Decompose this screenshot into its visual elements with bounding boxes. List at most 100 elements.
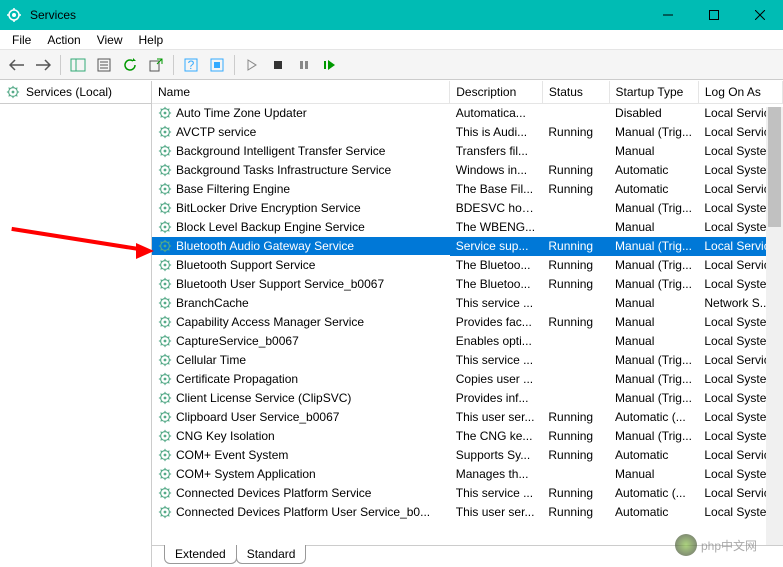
cell-startup: Manual bbox=[609, 313, 698, 332]
col-startup[interactable]: Startup Type bbox=[609, 81, 698, 104]
table-row[interactable]: COM+ System ApplicationManages th...Manu… bbox=[152, 465, 783, 484]
cell-status bbox=[542, 218, 609, 237]
back-button[interactable] bbox=[6, 54, 28, 76]
cell-description: The Bluetoo... bbox=[450, 256, 543, 275]
export-button[interactable] bbox=[145, 54, 167, 76]
table-row[interactable]: CaptureService_b0067Enables opti...Manua… bbox=[152, 332, 783, 351]
table-row[interactable]: Base Filtering EngineThe Base Fil...Runn… bbox=[152, 180, 783, 199]
cell-status bbox=[542, 370, 609, 389]
cell-status bbox=[542, 294, 609, 313]
cell-status bbox=[542, 142, 609, 161]
sidebar-services-local[interactable]: Services (Local) bbox=[0, 81, 151, 104]
cell-description: Copies user ... bbox=[450, 370, 543, 389]
cell-startup: Manual (Trig... bbox=[609, 427, 698, 446]
watermark-text: php中文网 bbox=[701, 537, 757, 554]
cell-description: The Bluetoo... bbox=[450, 275, 543, 294]
table-row[interactable]: Bluetooth Audio Gateway ServiceService s… bbox=[152, 237, 783, 256]
table-row[interactable]: Background Intelligent Transfer ServiceT… bbox=[152, 142, 783, 161]
maximize-button[interactable] bbox=[691, 0, 737, 30]
services-grid[interactable]: ▲ Name Description Status Startup Type L… bbox=[152, 81, 783, 545]
cell-status: Running bbox=[542, 256, 609, 275]
gear-icon bbox=[158, 277, 172, 291]
menu-file[interactable]: File bbox=[4, 31, 39, 49]
cell-status bbox=[542, 389, 609, 408]
cell-name: Bluetooth User Support Service_b0067 bbox=[152, 275, 450, 293]
titlebar[interactable]: Services bbox=[0, 0, 783, 30]
cell-description: This is Audi... bbox=[450, 123, 543, 142]
col-status[interactable]: Status bbox=[542, 81, 609, 104]
vertical-scrollbar[interactable] bbox=[766, 107, 783, 545]
help2-button[interactable] bbox=[206, 54, 228, 76]
cell-name: Certificate Propagation bbox=[152, 370, 450, 388]
col-name[interactable]: Name bbox=[152, 81, 450, 104]
table-row[interactable]: Connected Devices Platform ServiceThis s… bbox=[152, 484, 783, 503]
stop-service-button[interactable] bbox=[267, 54, 289, 76]
properties-button[interactable] bbox=[93, 54, 115, 76]
table-row[interactable]: Bluetooth User Support Service_b0067The … bbox=[152, 275, 783, 294]
menu-view[interactable]: View bbox=[89, 31, 131, 49]
table-row[interactable]: Bluetooth Support ServiceThe Bluetoo...R… bbox=[152, 256, 783, 275]
cell-name: CaptureService_b0067 bbox=[152, 332, 450, 350]
cell-startup: Manual (Trig... bbox=[609, 199, 698, 218]
close-button[interactable] bbox=[737, 0, 783, 30]
table-row[interactable]: COM+ Event SystemSupports Sy...RunningAu… bbox=[152, 446, 783, 465]
table-row[interactable]: BitLocker Drive Encryption ServiceBDESVC… bbox=[152, 199, 783, 218]
cell-status bbox=[542, 332, 609, 351]
pause-service-button[interactable] bbox=[293, 54, 315, 76]
cell-description: Windows in... bbox=[450, 161, 543, 180]
cell-name: Connected Devices Platform Service bbox=[152, 484, 450, 502]
cell-status: Running bbox=[542, 503, 609, 522]
cell-name: Auto Time Zone Updater bbox=[152, 104, 450, 122]
gear-icon bbox=[158, 372, 172, 386]
cell-name: Background Tasks Infrastructure Service bbox=[152, 161, 450, 179]
table-row[interactable]: Certificate PropagationCopies user ...Ma… bbox=[152, 370, 783, 389]
cell-description: This service ... bbox=[450, 484, 543, 503]
table-row[interactable]: CNG Key IsolationThe CNG ke...RunningMan… bbox=[152, 427, 783, 446]
cell-description: Provides fac... bbox=[450, 313, 543, 332]
menu-help[interactable]: Help bbox=[131, 31, 172, 49]
cell-status: Running bbox=[542, 408, 609, 427]
cell-description: The WBENG... bbox=[450, 218, 543, 237]
col-logon[interactable]: Log On As bbox=[698, 81, 782, 104]
table-row[interactable]: Clipboard User Service_b0067This user se… bbox=[152, 408, 783, 427]
table-row[interactable]: Block Level Backup Engine ServiceThe WBE… bbox=[152, 218, 783, 237]
show-hide-tree-button[interactable] bbox=[67, 54, 89, 76]
table-row[interactable]: Cellular TimeThis service ...Manual (Tri… bbox=[152, 351, 783, 370]
restart-service-button[interactable] bbox=[319, 54, 341, 76]
table-row[interactable]: AVCTP serviceThis is Audi...RunningManua… bbox=[152, 123, 783, 142]
sidebar: Services (Local) bbox=[0, 81, 152, 567]
table-row[interactable]: Background Tasks Infrastructure ServiceW… bbox=[152, 161, 783, 180]
menu-action[interactable]: Action bbox=[39, 31, 88, 49]
table-row[interactable]: Auto Time Zone UpdaterAutomatica...Disab… bbox=[152, 104, 783, 123]
gear-icon bbox=[158, 410, 172, 424]
col-description[interactable]: Description bbox=[450, 81, 543, 104]
cell-startup: Manual (Trig... bbox=[609, 275, 698, 294]
tab-extended[interactable]: Extended bbox=[164, 545, 237, 564]
cell-name: Cellular Time bbox=[152, 351, 450, 369]
table-row[interactable]: Client License Service (ClipSVC)Provides… bbox=[152, 389, 783, 408]
menubar: File Action View Help bbox=[0, 30, 783, 50]
minimize-button[interactable] bbox=[645, 0, 691, 30]
forward-button[interactable] bbox=[32, 54, 54, 76]
start-service-button[interactable] bbox=[241, 54, 263, 76]
column-headers[interactable]: Name Description Status Startup Type Log… bbox=[152, 81, 783, 104]
toolbar: ? bbox=[0, 50, 783, 80]
gear-icon bbox=[158, 486, 172, 500]
cell-startup: Manual bbox=[609, 218, 698, 237]
cell-startup: Manual (Trig... bbox=[609, 351, 698, 370]
gear-icon bbox=[158, 239, 172, 253]
refresh-button[interactable] bbox=[119, 54, 141, 76]
help-button[interactable]: ? bbox=[180, 54, 202, 76]
cell-description: The CNG ke... bbox=[450, 427, 543, 446]
table-row[interactable]: Connected Devices Platform User Service_… bbox=[152, 503, 783, 522]
gear-icon bbox=[158, 391, 172, 405]
cell-startup: Automatic bbox=[609, 180, 698, 199]
gear-icon bbox=[158, 353, 172, 367]
gear-icon bbox=[158, 258, 172, 272]
cell-description: Supports Sy... bbox=[450, 446, 543, 465]
table-row[interactable]: BranchCacheThis service ...ManualNetwork… bbox=[152, 294, 783, 313]
tab-standard[interactable]: Standard bbox=[236, 545, 307, 564]
scrollbar-thumb[interactable] bbox=[768, 107, 781, 227]
table-row[interactable]: Capability Access Manager ServiceProvide… bbox=[152, 313, 783, 332]
cell-name: BranchCache bbox=[152, 294, 450, 312]
